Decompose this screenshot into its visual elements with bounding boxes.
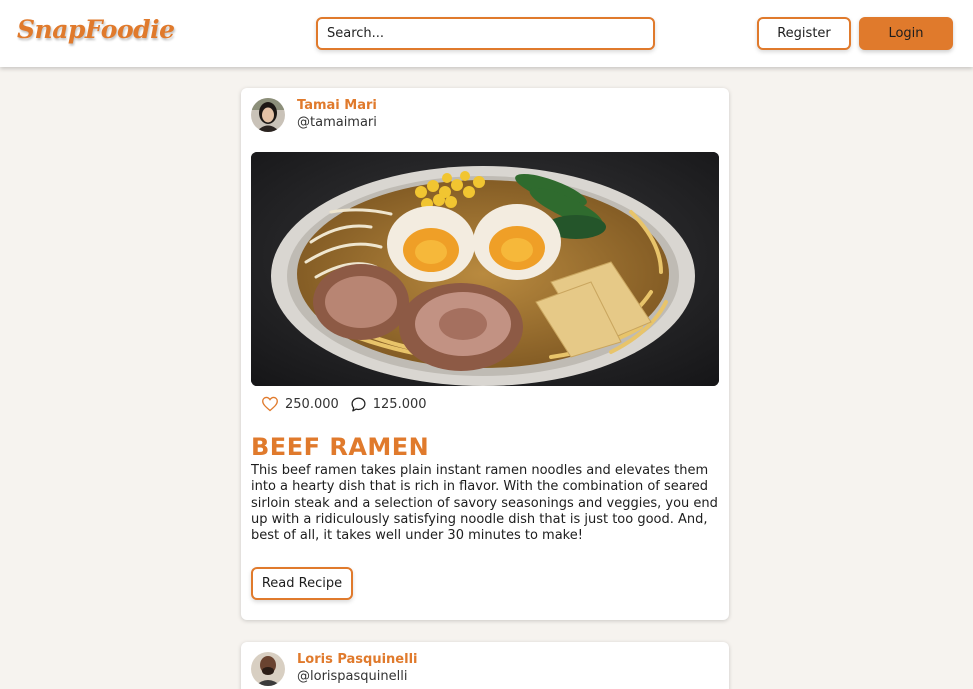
heart-icon	[262, 396, 278, 412]
like-button[interactable]: 250.000	[261, 396, 339, 412]
post-stats: 250.000 125.000	[261, 394, 438, 414]
author-handle: @tamaimari	[297, 115, 377, 130]
login-button[interactable]: Login	[859, 17, 953, 50]
comment-button[interactable]: 125.000	[350, 396, 427, 413]
post-card: Tamai Mari @tamaimari 250.000 125.000 BE…	[241, 88, 729, 620]
author-avatar[interactable]	[251, 652, 285, 686]
comment-icon	[351, 396, 366, 412]
read-recipe-button[interactable]: Read Recipe	[251, 567, 353, 600]
register-button[interactable]: Register	[757, 17, 851, 50]
author-avatar[interactable]	[251, 98, 285, 132]
recipe-description: This beef ramen takes plain instant rame…	[251, 463, 718, 544]
search-input[interactable]	[316, 17, 655, 50]
app-logo[interactable]: SnapFoodie	[17, 15, 175, 44]
author-name[interactable]: Tamai Mari	[297, 98, 377, 113]
author-handle: @lorispasquinelli	[297, 669, 408, 684]
beef-ramen-photo[interactable]	[251, 152, 719, 386]
author-name[interactable]: Loris Pasquinelli	[297, 652, 418, 667]
comment-count: 125.000	[372, 396, 427, 412]
top-navbar: SnapFoodie Register Login	[0, 0, 973, 67]
like-count: 250.000	[285, 396, 339, 412]
recipe-title: BEEF RAMEN	[251, 433, 430, 461]
post-card: Loris Pasquinelli @lorispasquinelli	[241, 642, 729, 689]
